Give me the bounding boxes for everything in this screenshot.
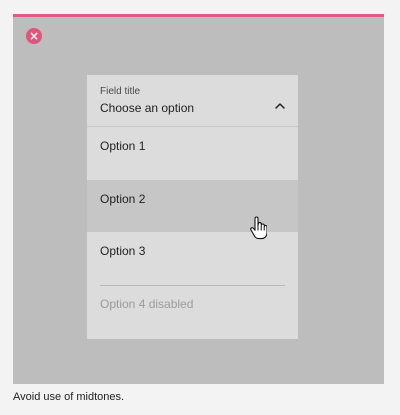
option-label: Option 1 <box>100 139 146 153</box>
option-label: Option 4 disabled <box>100 297 194 311</box>
dropdown-selected-value: Choose an option <box>100 101 195 115</box>
hand-cursor-icon <box>250 216 267 240</box>
error-icon: × <box>26 28 42 44</box>
field-title: Field title <box>100 86 141 97</box>
option-label: Option 3 <box>100 244 146 258</box>
example-frame: × Field title Choose an option Option 1 … <box>13 14 384 384</box>
dropdown-field[interactable]: Field title Choose an option <box>87 75 298 127</box>
chevron-up-icon[interactable] <box>272 98 288 114</box>
dropdown-menu: Field title Choose an option Option 1 Op… <box>87 75 298 339</box>
dropdown-option-4-disabled: Option 4 disabled <box>87 285 298 337</box>
dropdown-option-1[interactable]: Option 1 <box>87 127 298 179</box>
option-label: Option 2 <box>100 192 146 206</box>
caption-text: Avoid use of midtones. <box>13 391 125 403</box>
